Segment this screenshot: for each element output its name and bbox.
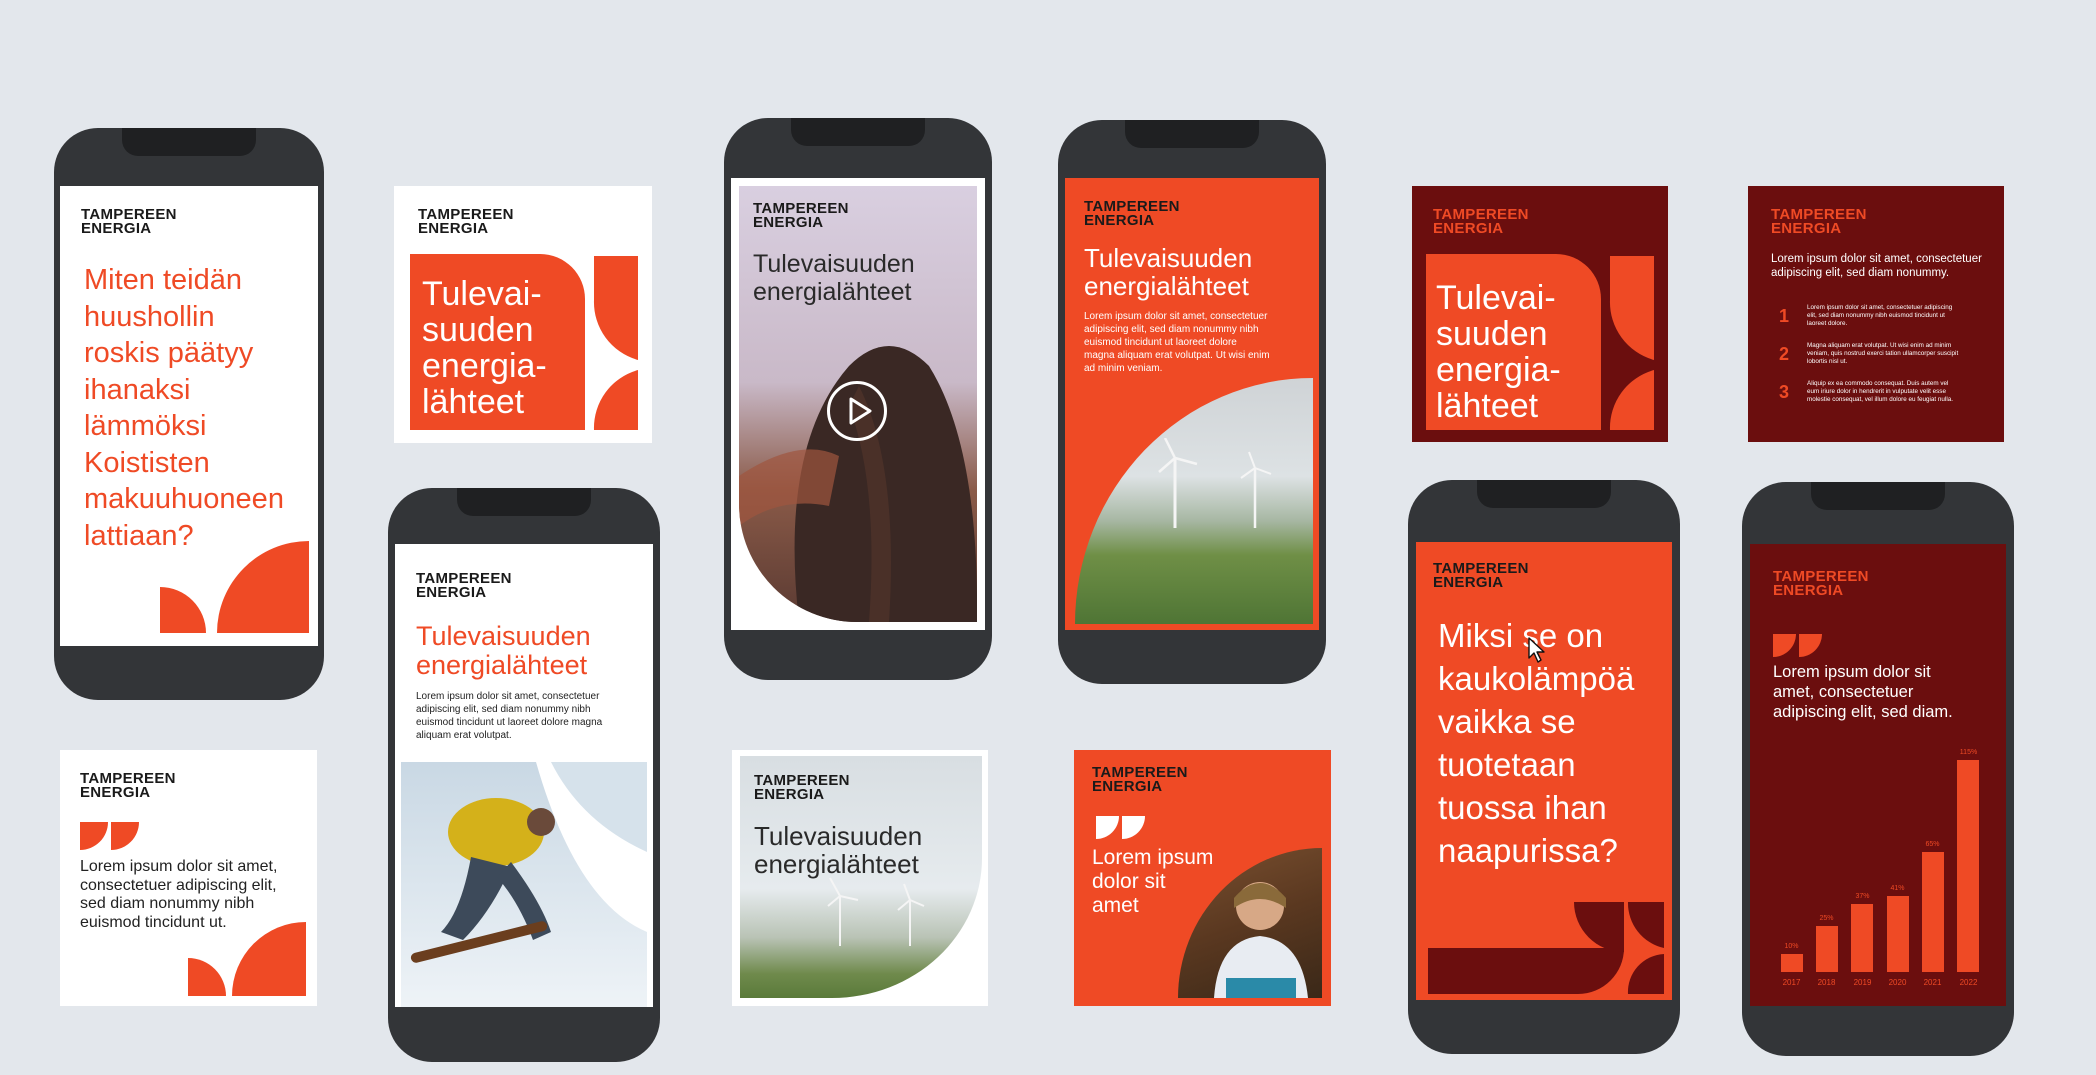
video-headline: Tulevaisuuden energialähteet (753, 250, 915, 306)
list-text: Magna aliquam erat volutpat. Ut wisi eni… (1807, 342, 1959, 365)
phone-notch (791, 118, 925, 146)
phone-mockup-video: TAMPEREEN ENERGIA Tulevaisuuden energial… (724, 118, 992, 680)
phone-mockup-district-heat: TAMPEREEN ENERGIA Miksi se on kaukolämpö… (1408, 480, 1680, 1054)
list-number: 1 (1779, 306, 1790, 326)
brand-shape (188, 922, 306, 996)
square-post-wind: TAMPEREEN ENERGIA Tulevaisuuden energial… (732, 750, 988, 1006)
phone-screen: TAMPEREEN ENERGIA Lorem ipsum dolor sit … (1750, 544, 2006, 1006)
post-headline: Tulevaisuuden energialähteet (416, 621, 591, 680)
square-post-numbered-list: TAMPEREEN ENERGIA Lorem ipsum dolor sit … (1748, 186, 2004, 442)
quote-text: Lorem ipsum dolor sit amet (1092, 846, 1214, 917)
brand-logo: TAMPEREEN ENERGIA (81, 206, 177, 237)
chart-bar (1922, 852, 1944, 972)
brand-logo: TAMPEREEN ENERGIA (1433, 560, 1529, 591)
post-headline: Tulevaisuuden energialähteet (1084, 243, 1253, 301)
phone-screen: TAMPEREEN ENERGIA Miksi se on kaukolämpö… (1416, 542, 1672, 1000)
brand-logo: TAMPEREEN ENERGIA (1084, 198, 1180, 229)
brand-logo: TAMPEREEN ENERGIA (1771, 206, 1867, 237)
phone-screen: TAMPEREEN ENERGIA Tulevaisuuden energial… (731, 178, 985, 630)
question-headline: Miten teidän huushollin roskis päätyy ih… (84, 264, 284, 552)
video-frame: TAMPEREEN ENERGIA Tulevaisuuden energial… (739, 186, 977, 622)
post-body: Lorem ipsum dolor sit amet, consectetuer… (416, 691, 603, 741)
phone-mockup-chart: TAMPEREEN ENERGIA Lorem ipsum dolor sit … (1742, 482, 2014, 1056)
chart-category-label: 2018 (1817, 978, 1836, 987)
phone-screen: TAMPEREEN ENERGIA Tulevaisuuden energial… (395, 544, 653, 1007)
brand-logo: TAMPEREEN ENERGIA (754, 772, 850, 803)
brand-shape (1428, 902, 1664, 994)
wind-turbine-icon (827, 877, 925, 946)
phone-mockup-question: TAMPEREEN ENERGIA Miten teidän huusholli… (54, 128, 324, 700)
square-post-future-energy-dark: TAMPEREEN ENERGIA Tulevai- suuden energi… (1412, 186, 1668, 442)
phone-screen: TAMPEREEN ENERGIA Miten teidän huusholli… (60, 186, 318, 646)
chart-category-label: 2021 (1923, 978, 1942, 987)
post-body: Lorem ipsum dolor sit amet, consectetuer… (1084, 311, 1270, 374)
square-post-future-energy: TAMPEREEN ENERGIA Tulevai- suuden energi… (394, 186, 652, 443)
brand-logo: TAMPEREEN ENERGIA (80, 770, 176, 801)
wind-turbine-icon (1158, 438, 1272, 528)
quote-text: Lorem ipsum dolor sit amet, consectetuer… (80, 858, 278, 931)
list-number: 2 (1779, 344, 1790, 364)
phone-mockup-skater: TAMPEREEN ENERGIA Tulevaisuuden energial… (388, 488, 660, 1062)
list-intro: Lorem ipsum dolor sit amet, consectetuer… (1771, 253, 1982, 279)
brand-logo: TAMPEREEN ENERGIA (1092, 764, 1188, 795)
list-item: 2 Magna aliquam erat volutpat. Ut wisi e… (1771, 342, 1991, 378)
chart-category-label: 2019 (1853, 978, 1872, 987)
post-headline: Tulevaisuuden energialähteet (754, 821, 923, 879)
wind-field-photo (1075, 378, 1313, 624)
brand-logo: TAMPEREEN ENERGIA (753, 200, 849, 231)
list-item: 1 Lorem ipsum dolor sit amet, consectetu… (1771, 304, 1991, 340)
chart-value-label: 65% (1925, 841, 1940, 848)
chart-bar (1781, 954, 1803, 972)
brand-shape (160, 541, 309, 633)
list-item: 3 Aliquip ex ea commodo consequat. Duis … (1771, 380, 1991, 416)
play-button[interactable] (827, 381, 887, 441)
phone-notch (457, 488, 591, 516)
phone-screen: TAMPEREEN ENERGIA Tulevaisuuden energial… (1065, 178, 1319, 630)
brand-logo: TAMPEREEN ENERGIA (1773, 568, 1869, 599)
chart-value-label: 37% (1855, 893, 1870, 900)
post-headline: Tulevai- suuden energia- lähteet (422, 275, 547, 421)
phone-notch (122, 128, 256, 156)
chart-category-label: 2017 (1782, 978, 1801, 987)
chart-bar (1816, 926, 1838, 972)
brand-logo: TAMPEREEN ENERGIA (1433, 206, 1529, 237)
square-post-quote: TAMPEREEN ENERGIA Lorem ipsum dolor sit … (60, 750, 317, 1006)
person-figure (1214, 882, 1308, 998)
phone-notch (1811, 482, 1945, 510)
phone-notch (1125, 120, 1259, 148)
chart-bar (1851, 904, 1873, 972)
chart-value-label: 25% (1819, 915, 1834, 922)
chart-bar (1957, 760, 1979, 972)
woman-hair-photo (739, 346, 977, 622)
quote-text: Lorem ipsum dolor sit amet, consectetuer… (1773, 663, 1953, 721)
list-text: Lorem ipsum dolor sit amet, consectetuer… (1807, 304, 1953, 327)
brand-logo: TAMPEREEN ENERGIA (418, 206, 514, 237)
bar-chart: 10% 2017 25% 2018 37% 2019 41% 2020 65% 2021 115% 2… (1774, 744, 1986, 994)
list-number: 3 (1779, 382, 1790, 402)
quote-mark-icon (80, 822, 139, 850)
brand-logo: TAMPEREEN ENERGIA (416, 570, 512, 601)
square-post-quote-photo: TAMPEREEN ENERGIA Lorem ipsum dolor sit … (1074, 750, 1331, 1006)
skater-photo (401, 762, 647, 1007)
quote-mark-icon (1096, 816, 1145, 839)
chart-bar (1887, 896, 1909, 972)
chart-category-label: 2022 (1959, 978, 1978, 987)
chart-category-label: 2020 (1888, 978, 1907, 987)
phone-mockup-wind: TAMPEREEN ENERGIA Tulevaisuuden energial… (1058, 120, 1326, 684)
chart-value-label: 10% (1784, 943, 1799, 950)
post-headline: Tulevai- suuden energia- lähteet (1436, 279, 1561, 425)
list-text: Aliquip ex ea commodo consequat. Duis au… (1807, 380, 1953, 403)
chart-value-label: 115% (1959, 749, 1978, 756)
quote-mark-icon (1773, 634, 1822, 657)
chart-value-label: 41% (1890, 885, 1905, 892)
mouse-cursor-icon (1528, 637, 1545, 663)
phone-notch (1477, 480, 1611, 508)
play-icon (849, 397, 872, 425)
